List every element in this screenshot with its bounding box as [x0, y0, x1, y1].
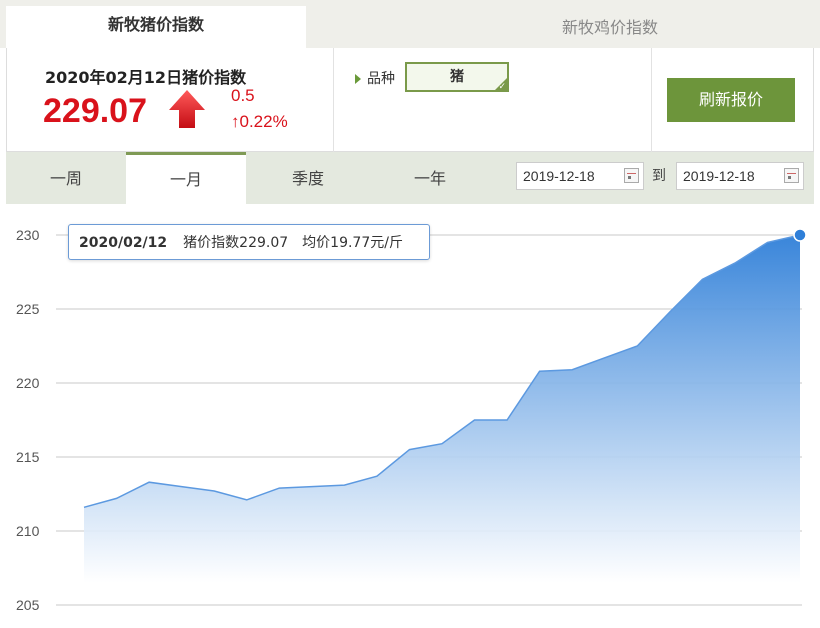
index-value: 229.07 — [43, 92, 147, 130]
triangle-right-icon — [355, 74, 361, 84]
variety-select[interactable]: 猪 ✓ — [405, 62, 509, 92]
index-info-row: 2020年02月12日猪价指数 229.07 0.5 ↑0.22% 品种 猪 ✓… — [6, 48, 814, 152]
y-tick-label: 220 — [16, 375, 40, 391]
calendar-icon[interactable] — [784, 168, 799, 183]
check-icon: ✓ — [498, 82, 506, 92]
chart-tooltip: 2020/02/12 猪价指数229.07 均价19.77元/斤 — [68, 224, 430, 260]
y-tick-label: 215 — [16, 449, 40, 465]
y-tick-label: 225 — [16, 301, 40, 317]
index-date-label: 2020年02月12日猪价指数 — [45, 68, 247, 87]
end-date-input[interactable]: 2019-12-18 — [676, 162, 804, 190]
start-date-input[interactable]: 2019-12-18 — [516, 162, 644, 190]
start-date-value: 2019-12-18 — [523, 168, 595, 184]
top-tabs: 新牧猪价指数 新牧鸡价指数 — [0, 0, 820, 48]
calendar-icon[interactable] — [624, 168, 639, 183]
tab-pig-index[interactable]: 新牧猪价指数 — [6, 6, 306, 48]
divider — [333, 48, 334, 152]
price-index-chart: 230 225 220 215 210 205 — [16, 227, 807, 613]
index-change-percent: ↑0.22% — [231, 112, 288, 131]
y-tick-label: 205 — [16, 597, 40, 613]
highlighted-data-point[interactable] — [793, 228, 807, 242]
tab-week[interactable]: 一周 — [6, 152, 126, 204]
series-area — [84, 235, 800, 583]
y-tick-label: 230 — [16, 227, 40, 243]
variety-label: 品种 — [367, 71, 395, 87]
end-date-value: 2019-12-18 — [683, 168, 755, 184]
tooltip-date: 2020/02/12 — [79, 235, 168, 251]
refresh-price-button[interactable]: 刷新报价 — [667, 78, 795, 122]
tab-year[interactable]: 一年 — [370, 152, 490, 204]
y-tick-label: 210 — [16, 523, 40, 539]
tab-month[interactable]: 一月 — [126, 152, 246, 204]
tooltip-average-price: 均价19.77元/斤 — [302, 235, 403, 251]
variety-selected-value: 猪 — [450, 69, 464, 85]
index-change: 0.5 — [231, 86, 255, 105]
divider — [651, 48, 652, 152]
tooltip-index: 猪价指数229.07 — [183, 235, 289, 251]
period-bar: 一周 一月 季度 一年 2019-12-18 到 2019-12-18 — [6, 152, 814, 204]
up-arrow-icon — [169, 90, 205, 128]
tab-quarter[interactable]: 季度 — [246, 152, 370, 204]
date-to-label: 到 — [652, 168, 666, 184]
tab-chicken-index[interactable]: 新牧鸡价指数 — [420, 6, 800, 54]
